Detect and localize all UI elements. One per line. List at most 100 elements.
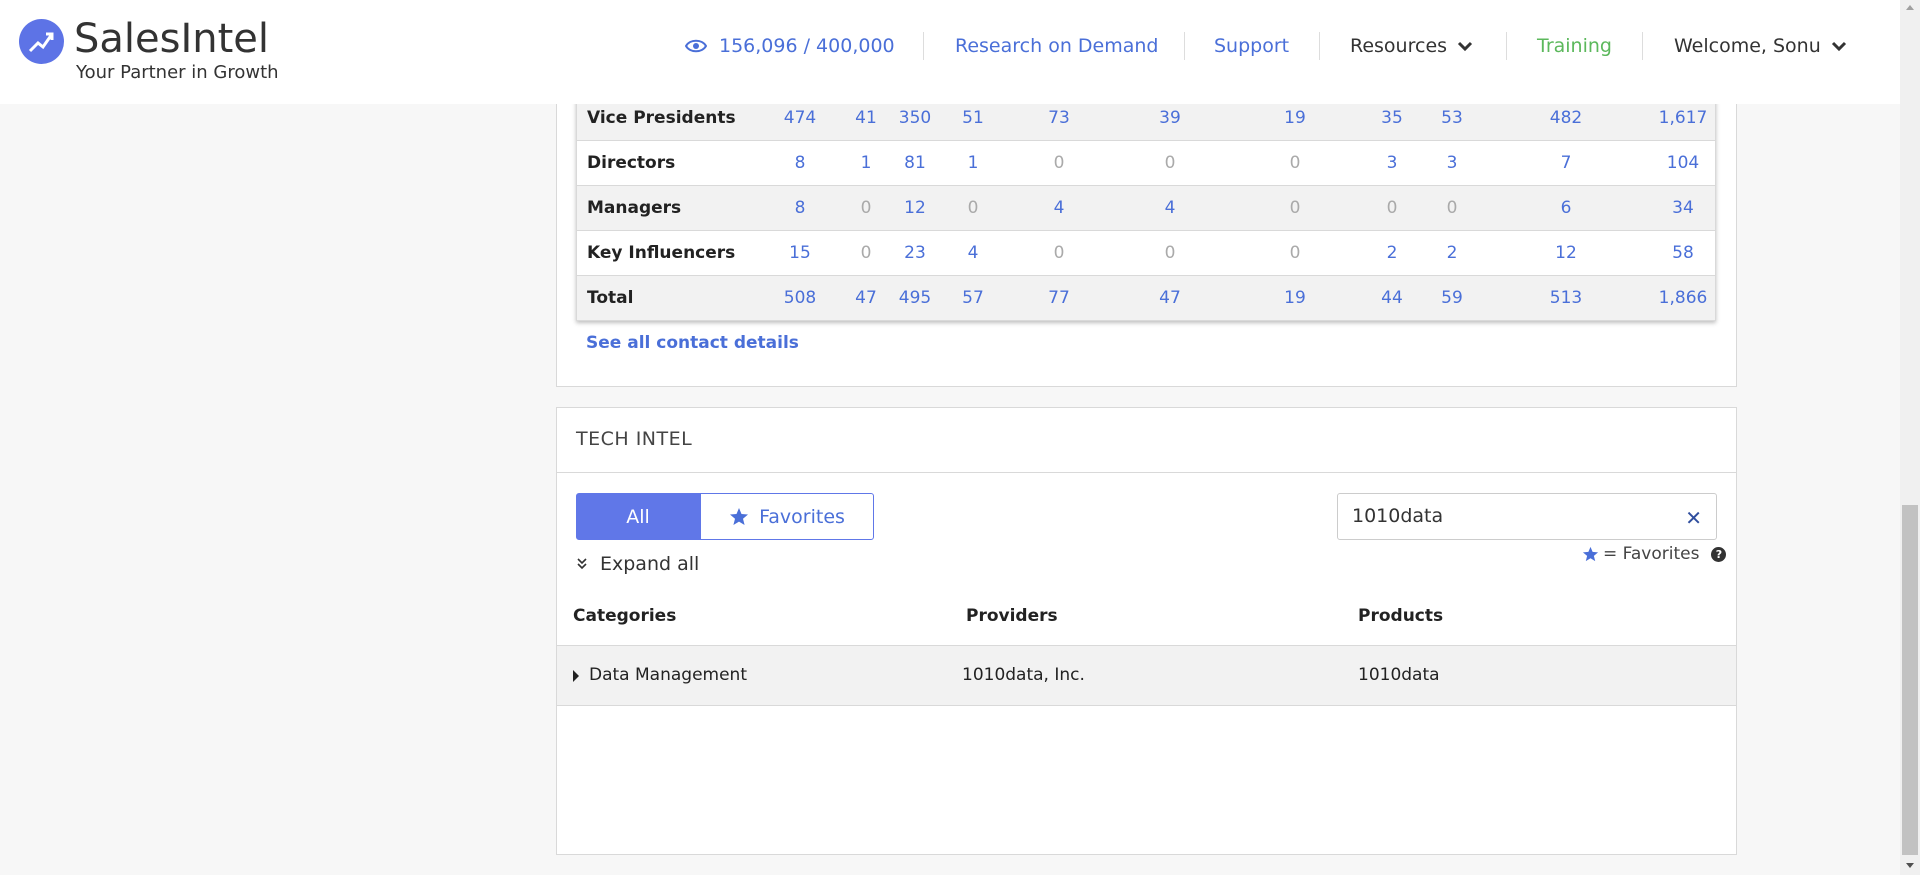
favorites-label: Favorites [759,505,845,528]
count-cell: 0 [967,198,979,218]
nav-divider [1184,32,1185,60]
count-cell[interactable]: 19 [1265,288,1325,308]
column-header-providers[interactable]: Providers [966,606,1058,626]
count-cell[interactable]: 482 [1536,108,1596,128]
help-icon[interactable]: ? [1711,546,1727,562]
row-label: Managers [587,198,682,218]
count-cell[interactable]: 1,617 [1653,108,1713,128]
table-row[interactable]: Data Management 1010data, Inc. 1010data [557,645,1736,706]
product-cell: 1010data [1358,665,1440,685]
row-label: Total [587,288,634,308]
expand-all-toggle[interactable]: Expand all [576,553,699,575]
count-cell[interactable]: 3 [1422,153,1482,173]
count-cell[interactable]: 4 [1140,198,1200,218]
count-cell[interactable]: 3 [1362,153,1422,173]
count-cell[interactable]: 2 [1422,243,1482,263]
count-cell: 0 [1164,243,1176,263]
count-cell[interactable]: 19 [1265,108,1325,128]
category-cell: Data Management [589,665,747,685]
tech-intel-title: TECH INTEL [576,428,693,450]
expand-caret-icon[interactable] [573,670,579,682]
count-cell[interactable]: 7 [1536,153,1596,173]
count-cell[interactable]: 47 [1140,288,1200,308]
count-cell[interactable]: 44 [1362,288,1422,308]
favorites-legend-label: = Favorites [1603,544,1700,564]
count-cell[interactable]: 4 [1029,198,1089,218]
support-link[interactable]: Support [1214,0,1289,92]
count-cell[interactable]: 12 [1536,243,1596,263]
scroll-up-arrow-icon[interactable] [1900,0,1920,16]
count-cell[interactable]: 35 [1362,108,1422,128]
scroll-down-arrow-icon[interactable] [1900,857,1920,875]
row-label: Directors [587,153,676,173]
column-header-categories[interactable]: Categories [573,606,676,626]
count-cell[interactable]: 495 [885,288,945,308]
count-cell[interactable]: 77 [1029,288,1089,308]
clear-search-icon[interactable]: ✕ [1685,506,1702,530]
credits-text: 156,096 / 400,000 [719,35,895,57]
column-header-products[interactable]: Products [1358,606,1443,626]
row-label: Key Influencers [587,243,736,263]
count-cell[interactable]: 39 [1140,108,1200,128]
count-cell[interactable]: 59 [1422,288,1482,308]
count-cell: 0 [1164,153,1176,173]
count-cell[interactable]: 508 [770,288,830,308]
count-cell: 0 [1053,243,1065,263]
tech-search-box[interactable]: ✕ [1337,493,1717,540]
provider-cell: 1010data, Inc. [962,665,1085,685]
count-cell: 0 [1053,153,1065,173]
table-row: Key Influencers 15 0 23 4 0 0 0 2 2 12 58 [577,231,1715,276]
count-cell[interactable]: 4 [943,243,1003,263]
count-cell[interactable]: 53 [1422,108,1482,128]
chevron-down-icon [1457,41,1473,52]
count-cell[interactable]: 23 [885,243,945,263]
expand-all-label: Expand all [600,553,700,575]
count-cell[interactable]: 1,866 [1653,288,1713,308]
resources-label: Resources [1350,35,1448,57]
nav-divider [1642,32,1643,60]
count-cell[interactable]: 104 [1653,153,1713,173]
see-all-contacts-link[interactable]: See all contact details [586,333,799,353]
double-chevron-down-icon [577,558,587,570]
count-cell: 0 [1289,243,1301,263]
count-cell[interactable]: 34 [1653,198,1713,218]
count-cell[interactable]: 1 [943,153,1003,173]
vertical-scrollbar[interactable] [1900,0,1920,875]
resources-menu[interactable]: Resources [1350,0,1473,92]
count-cell[interactable]: 6 [1536,198,1596,218]
count-cell[interactable]: 350 [885,108,945,128]
count-cell[interactable]: 474 [770,108,830,128]
table-row: Total 508 47 495 57 77 47 19 44 59 513 1,866 [577,276,1715,321]
count-cell[interactable]: 513 [1536,288,1596,308]
tech-search-input[interactable] [1352,505,1652,527]
favorites-legend: = Favorites ? [1582,544,1727,564]
nav-divider [1319,32,1320,60]
count-cell: 0 [1289,198,1301,218]
nav-divider [923,32,924,60]
count-cell: 0 [1289,153,1301,173]
divider [557,472,1736,473]
tab-favorites-button[interactable]: Favorites [700,493,874,540]
brand-name[interactable]: SalesIntel [74,16,269,62]
user-menu[interactable]: Welcome, Sonu [1674,0,1847,92]
logo-icon[interactable] [19,19,64,64]
count-cell[interactable]: 2 [1362,243,1422,263]
chevron-down-icon [1831,41,1846,52]
count-cell[interactable]: 58 [1653,243,1713,263]
brand-tagline: Your Partner in Growth [76,62,279,83]
count-cell[interactable]: 8 [770,153,830,173]
research-on-demand-link[interactable]: Research on Demand [955,0,1158,92]
training-link[interactable]: Training [1537,0,1612,92]
scrollbar-thumb[interactable] [1902,505,1918,855]
tab-all-button[interactable]: All [576,493,700,540]
count-cell[interactable]: 73 [1029,108,1089,128]
row-label: Vice Presidents [587,108,736,128]
count-cell[interactable]: 57 [943,288,1003,308]
count-cell[interactable]: 51 [943,108,1003,128]
count-cell[interactable]: 8 [770,198,830,218]
count-cell[interactable]: 15 [770,243,830,263]
count-cell[interactable]: 12 [885,198,945,218]
contacts-table: Vice Presidents 474 41 350 51 73 39 19 35 53 482 1,… [576,96,1716,321]
credits-indicator[interactable]: 156,096 / 400,000 [685,0,895,92]
count-cell[interactable]: 81 [885,153,945,173]
